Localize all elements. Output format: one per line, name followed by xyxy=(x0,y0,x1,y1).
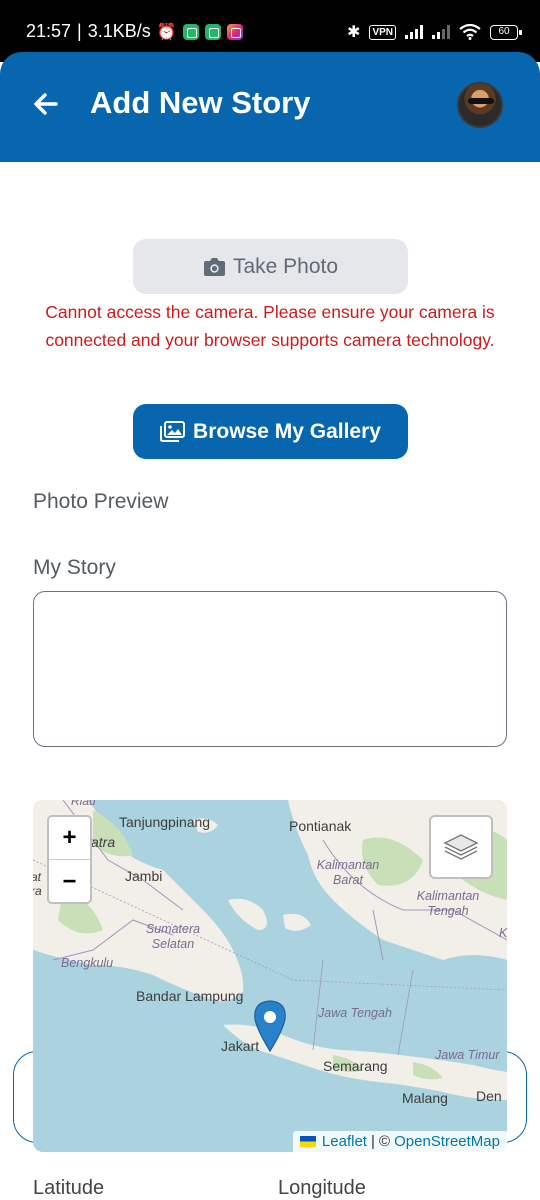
zoom-control: + − xyxy=(47,815,92,904)
map-attribution: Leaflet | © OpenStreetMap xyxy=(292,1131,507,1152)
map-region-kalimantan-tengah: Kalimantan Tengah xyxy=(416,889,480,918)
map-label-sumatra: atra xyxy=(91,834,116,850)
map-label-bengkulu: Bengkulu xyxy=(61,956,114,970)
back-arrow-icon[interactable] xyxy=(30,88,62,120)
my-story-label: My Story xyxy=(33,556,116,579)
signal-icon xyxy=(405,25,423,39)
gallery-app-icon-2 xyxy=(204,23,221,40)
layers-icon xyxy=(443,834,479,860)
map-label-pontianak: Pontianak xyxy=(289,818,352,834)
location-marker-icon[interactable] xyxy=(253,1000,287,1052)
camera-error-message: Cannot access the camera. Please ensure … xyxy=(45,302,495,350)
bluetooth-icon: ✱ xyxy=(347,24,361,41)
ukraine-flag-icon xyxy=(299,1136,316,1147)
map-label-tanjungpinang: Tanjungpinang xyxy=(119,814,211,830)
alarm-icon: ⏰ xyxy=(156,23,177,41)
status-time: 21:57 xyxy=(26,21,72,41)
map-region-jawa-timur: Jawa Timur xyxy=(435,1048,500,1062)
map-label-riau: Riau xyxy=(71,800,96,808)
longitude-label: Longitude xyxy=(278,1177,366,1199)
battery-icon: 60 xyxy=(490,24,522,40)
status-network-speed: 3.1KB/s xyxy=(87,21,151,41)
layers-button[interactable] xyxy=(429,815,493,879)
map-label-left-edge-2: ra xyxy=(33,884,42,898)
map-label-denpasar: Den xyxy=(476,1088,502,1104)
map-label-bandar-lampung: Bandar Lampung xyxy=(136,988,244,1004)
camera-icon xyxy=(203,257,225,276)
photo-preview-label: Photo Preview xyxy=(33,490,169,513)
page-title: Add New Story xyxy=(90,85,311,120)
openstreetmap-link[interactable]: OpenStreetMap xyxy=(394,1133,500,1150)
map-label-left-edge-1: at xyxy=(33,870,42,884)
browse-gallery-button[interactable]: Browse My Gallery xyxy=(133,404,408,459)
take-photo-button[interactable]: Take Photo xyxy=(133,239,408,294)
vpn-badge: VPN xyxy=(369,24,396,40)
story-textarea[interactable] xyxy=(33,591,507,747)
wifi-icon xyxy=(459,24,481,40)
signal-icon-2 xyxy=(432,25,450,39)
location-map[interactable]: Riau Tanjungpinang Pontianak atra Jambi … xyxy=(33,800,507,1152)
avatar[interactable] xyxy=(457,82,503,128)
instagram-icon xyxy=(226,23,243,40)
app-header: Add New Story xyxy=(0,52,540,162)
zoom-in-button[interactable]: + xyxy=(49,817,90,860)
browse-gallery-label: Browse My Gallery xyxy=(193,419,381,443)
zoom-out-button[interactable]: − xyxy=(49,860,90,903)
map-region-kalimantan-barat: Kalimantan Barat xyxy=(316,858,380,887)
latitude-label: Latitude xyxy=(33,1177,105,1199)
map-label-semarang: Semarang xyxy=(323,1058,388,1074)
map-region-jawa-tengah: Jawa Tengah xyxy=(318,1006,392,1020)
attribution-separator: | © xyxy=(370,1133,391,1150)
images-icon xyxy=(160,421,186,442)
leaflet-link[interactable]: Leaflet xyxy=(322,1133,367,1150)
map-label-jambi: Jambi xyxy=(125,868,163,884)
take-photo-label: Take Photo xyxy=(232,254,339,278)
map-label-malang: Malang xyxy=(402,1090,448,1106)
gallery-app-icon xyxy=(182,23,199,40)
map-region-sumatera-selatan: Sumatera Selatan xyxy=(145,922,201,951)
map-region-edge-k: K xyxy=(499,926,507,940)
